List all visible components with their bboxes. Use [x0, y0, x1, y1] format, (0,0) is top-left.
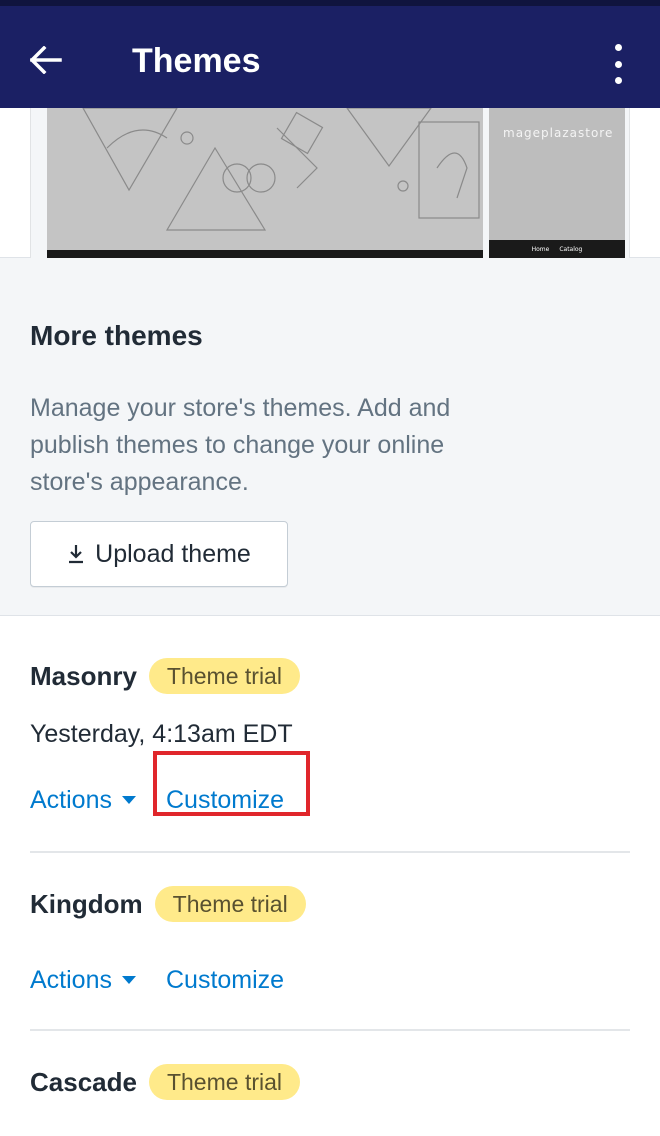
section-title: More themes — [30, 320, 203, 351]
more-themes-section: More themes Manage your store's themes. … — [0, 258, 660, 616]
page-title: Themes — [132, 42, 261, 80]
preview-frame: mageplazastore Home Catalog — [30, 108, 630, 258]
theme-item: Masonry Theme trial Yesterday, 4:13am ED… — [30, 656, 630, 820]
actions-dropdown[interactable]: Actions — [30, 966, 136, 995]
current-theme-preview: mageplazastore Home Catalog — [0, 108, 660, 258]
mobile-nav-catalog: Catalog — [559, 245, 583, 253]
arrow-left-icon — [30, 46, 62, 74]
divider — [30, 851, 630, 853]
actions-label: Actions — [30, 785, 112, 814]
divider — [30, 1029, 630, 1031]
mobile-nav-home: Home — [531, 245, 550, 253]
customize-link[interactable]: Customize — [166, 966, 284, 995]
back-button[interactable] — [26, 40, 66, 80]
caret-down-icon — [121, 796, 136, 804]
store-name: mageplazastore — [503, 126, 614, 140]
customize-label: Customize — [165, 965, 285, 994]
download-icon — [69, 545, 84, 564]
vertical-ellipsis-icon — [614, 44, 622, 51]
caret-down-icon — [121, 976, 136, 984]
theme-illustration — [82, 108, 480, 231]
highlight-box — [152, 750, 310, 816]
section-description: Manage your store's themes. Add and publ… — [30, 394, 451, 496]
theme-name: Kingdom — [30, 888, 143, 919]
more-options-button[interactable] — [606, 44, 630, 84]
theme-item: Kingdom Theme trial Actions Customize — [30, 884, 630, 1000]
actions-label: Actions — [30, 965, 112, 994]
app-header: Themes — [0, 0, 660, 108]
upload-theme-label: Upload theme — [95, 539, 251, 568]
theme-trial-badge: Theme trial — [148, 658, 300, 694]
theme-name: Cascade — [30, 1066, 137, 1097]
theme-trial-badge: Theme trial — [154, 886, 306, 922]
theme-name: Masonry — [30, 660, 137, 691]
mobile-nav-bar: Home Catalog — [489, 240, 625, 258]
mobile-preview-image: mageplazastore Home Catalog — [489, 108, 625, 258]
theme-item: Cascade Theme trial — [30, 1062, 630, 1102]
customize-link[interactable]: Customize — [152, 750, 310, 816]
theme-last-saved: Yesterday, 4:13am EDT — [30, 720, 293, 748]
desktop-preview-image — [47, 108, 483, 258]
theme-trial-badge: Theme trial — [148, 1064, 301, 1100]
upload-theme-button[interactable]: Upload theme — [30, 521, 288, 587]
actions-dropdown[interactable]: Actions — [30, 786, 136, 815]
